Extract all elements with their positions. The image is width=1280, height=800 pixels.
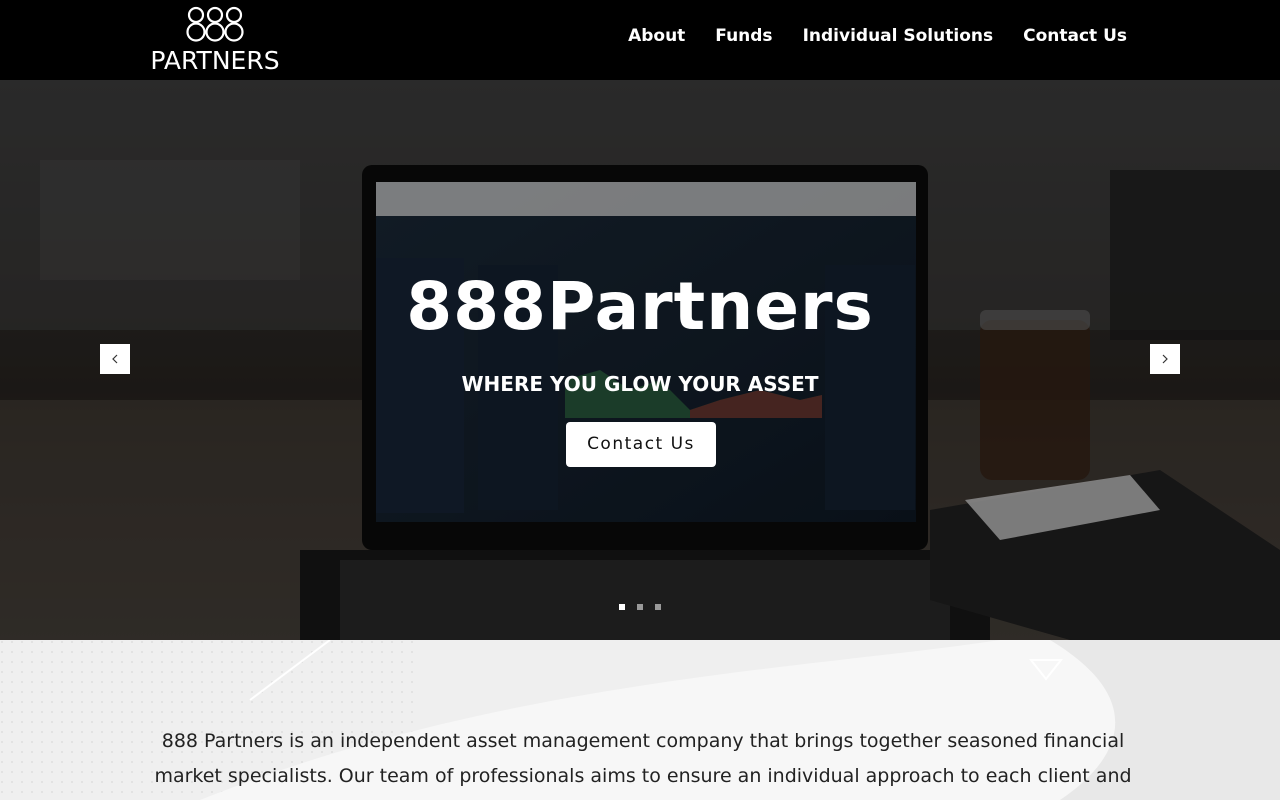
- carousel-next-button[interactable]: [1150, 344, 1180, 374]
- carousel-prev-button[interactable]: [100, 344, 130, 374]
- logo[interactable]: PARTNERS: [150, 4, 280, 74]
- nav-funds[interactable]: Funds: [715, 24, 772, 48]
- nav-about[interactable]: About: [628, 24, 685, 48]
- logo-888-mark: [186, 6, 244, 42]
- chevron-left-icon: [112, 354, 118, 364]
- chevron-right-icon: [1162, 354, 1168, 364]
- site-header: PARTNERS About Funds Individual Solution…: [0, 0, 1280, 80]
- hero-overlay: [0, 80, 1280, 640]
- hero-subtitle: WHERE YOU GLOW YOUR ASSET: [461, 372, 819, 396]
- carousel-dot[interactable]: [619, 604, 625, 610]
- about-section: 888 Partners is an independent asset man…: [0, 640, 1280, 800]
- carousel-dot[interactable]: [637, 604, 643, 610]
- carousel-dot[interactable]: [655, 604, 661, 610]
- hero-title: 888Partners: [406, 268, 874, 345]
- carousel-indicators: [619, 604, 661, 610]
- about-description: 888 Partners is an independent asset man…: [154, 730, 1132, 787]
- hero-carousel: 888Partners WHERE YOU GLOW YOUR ASSET Co…: [0, 80, 1280, 640]
- main-nav: About Funds Individual Solutions Contact…: [628, 24, 1127, 48]
- triangle-down-icon[interactable]: [1029, 658, 1063, 682]
- nav-individual-solutions[interactable]: Individual Solutions: [803, 24, 994, 48]
- hero-contact-button[interactable]: Contact Us: [566, 422, 716, 467]
- nav-contact-us[interactable]: Contact Us: [1023, 24, 1127, 48]
- logo-text: PARTNERS: [150, 46, 280, 75]
